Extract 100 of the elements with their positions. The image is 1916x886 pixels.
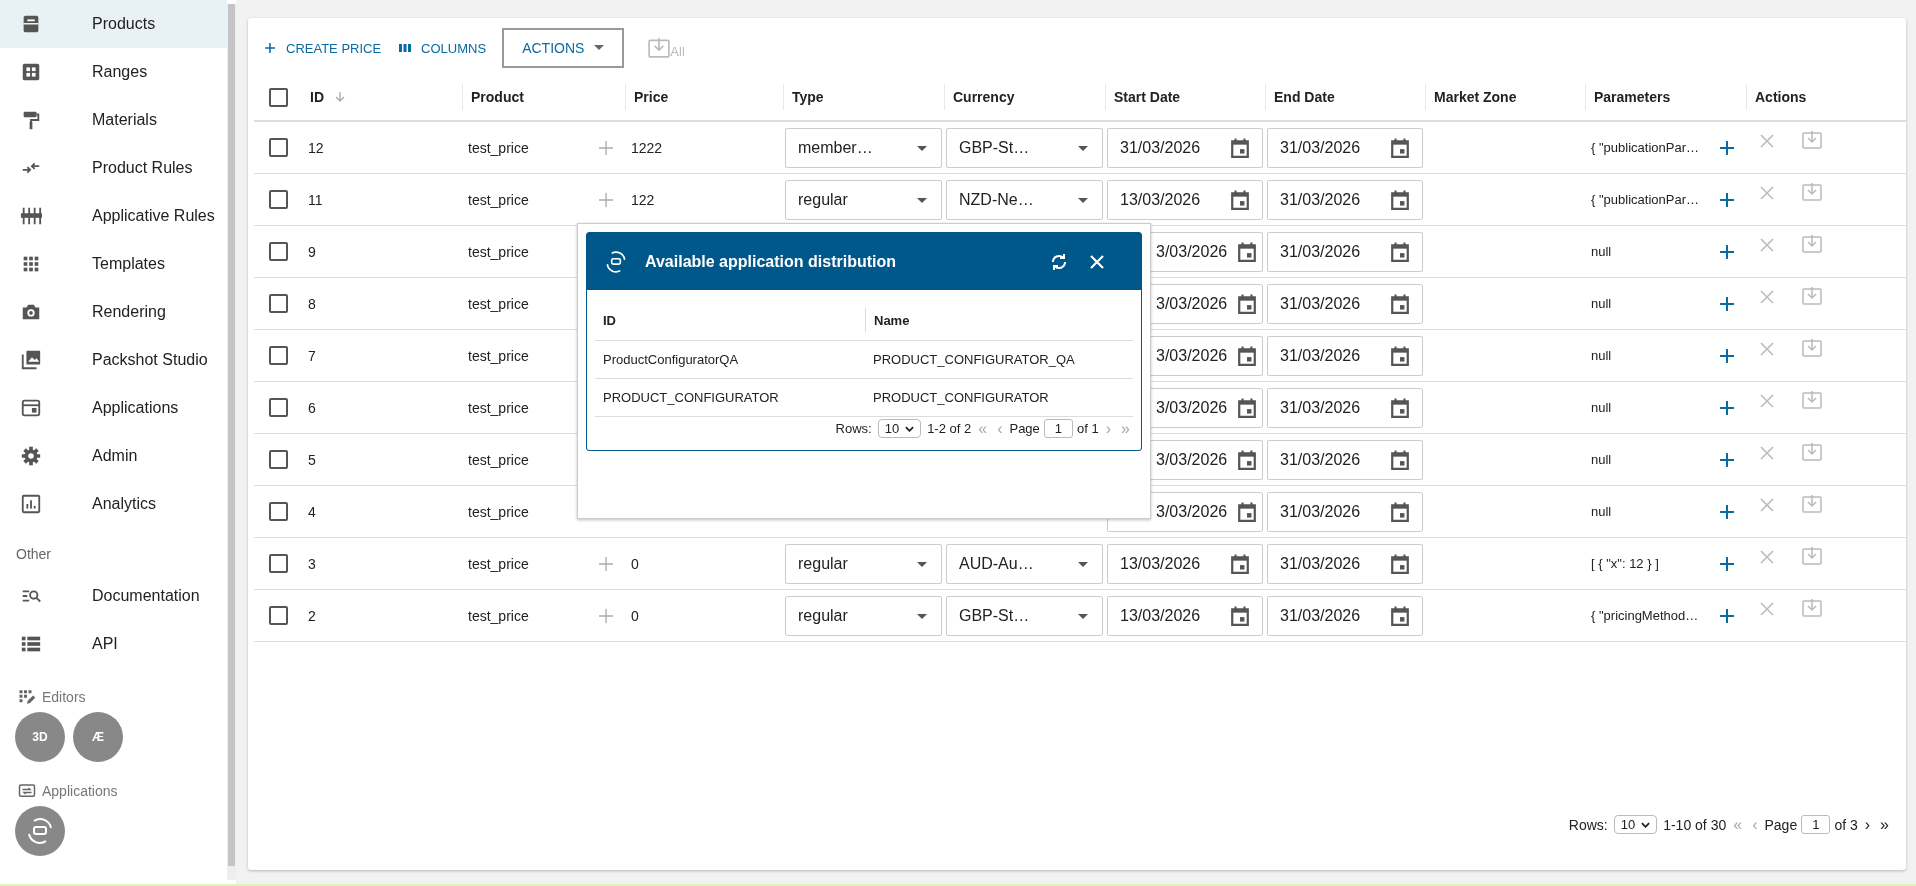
column-header[interactable]: ID xyxy=(603,312,616,328)
column-header[interactable]: Actions xyxy=(1755,89,1807,105)
plus-icon[interactable] xyxy=(1720,296,1734,311)
column-header[interactable]: Product xyxy=(471,89,524,105)
download-icon[interactable] xyxy=(1802,182,1822,202)
type-select[interactable]: member… xyxy=(785,127,942,168)
nav-item[interactable]: Documentation xyxy=(0,572,227,620)
column-header[interactable]: Type xyxy=(792,89,824,105)
date-field[interactable]: 13/03/2026 xyxy=(1107,179,1263,220)
column-header[interactable]: End Date xyxy=(1274,89,1335,105)
nav-item[interactable]: Product Rules xyxy=(0,144,227,192)
nav-item[interactable]: Applications xyxy=(0,384,227,432)
download-icon[interactable] xyxy=(1802,130,1822,150)
date-field[interactable]: 31/03/2026 xyxy=(1267,543,1423,584)
column-header[interactable]: ID xyxy=(310,89,324,105)
sort-arrow-icon[interactable] xyxy=(334,91,346,103)
column-header[interactable]: Parameters xyxy=(1594,89,1671,105)
checkbox[interactable] xyxy=(268,450,288,469)
date-field[interactable]: 31/03/2026 xyxy=(1267,231,1423,272)
currency-select[interactable]: NZD-Ne… xyxy=(946,179,1103,220)
calendar-icon xyxy=(1230,553,1250,574)
plus-icon[interactable] xyxy=(1720,348,1734,363)
rows-select[interactable]: 10 xyxy=(1613,815,1658,834)
download-icon[interactable] xyxy=(1802,390,1822,410)
page-field[interactable]: 1 xyxy=(1801,815,1831,834)
column-header[interactable]: Start Date xyxy=(1114,89,1181,105)
plus-icon[interactable] xyxy=(1720,140,1734,155)
date-field[interactable]: 31/03/2026 xyxy=(1267,283,1423,324)
checkbox[interactable] xyxy=(268,554,288,573)
nav-item[interactable]: Applicative Rules xyxy=(0,192,227,240)
app-button[interactable] xyxy=(15,806,65,856)
calendar-icon xyxy=(1390,345,1410,366)
checkbox[interactable] xyxy=(268,502,288,521)
date-field[interactable]: 31/03/2026 xyxy=(1107,127,1263,168)
plus-icon[interactable] xyxy=(1720,608,1734,623)
nav-item[interactable]: Templates xyxy=(0,240,227,288)
type-select[interactable]: regular xyxy=(785,543,942,584)
plus-icon xyxy=(264,42,276,54)
checkbox[interactable] xyxy=(268,346,288,365)
plus-icon[interactable] xyxy=(1720,244,1734,259)
type-select[interactable]: regular xyxy=(785,179,942,220)
editor-button[interactable]: 3D xyxy=(15,712,65,762)
nav-item[interactable]: Rendering xyxy=(0,288,227,336)
date-field[interactable]: 13/03/2026 xyxy=(1107,543,1263,584)
calendar-icon xyxy=(1390,137,1410,158)
plus-icon[interactable] xyxy=(1720,452,1734,467)
nav-item[interactable]: Products xyxy=(0,0,227,48)
date-field[interactable]: 31/03/2026 xyxy=(1267,439,1423,480)
checkbox[interactable] xyxy=(268,87,288,107)
date-field[interactable]: 13/03/2026 xyxy=(1107,595,1263,636)
scrollbar[interactable] xyxy=(227,4,236,880)
rows-select[interactable]: 10 xyxy=(877,419,922,438)
download-icon[interactable] xyxy=(1802,494,1822,514)
last-page-button[interactable]: » xyxy=(1877,815,1892,834)
download-icon[interactable] xyxy=(1802,598,1822,618)
table-cell: { "publicationPar… xyxy=(1591,140,1699,155)
currency-select[interactable]: GBP-St… xyxy=(946,595,1103,636)
columns-button[interactable]: COLUMNS xyxy=(397,36,489,60)
download-icon[interactable] xyxy=(1802,286,1822,306)
checkbox[interactable] xyxy=(268,294,288,313)
column-header[interactable]: Market Zone xyxy=(1434,89,1517,105)
actions-button[interactable]: ACTIONS xyxy=(502,28,625,68)
plus-icon[interactable] xyxy=(1720,400,1734,415)
currency-select[interactable]: GBP-St… xyxy=(946,127,1103,168)
date-field[interactable]: 31/03/2026 xyxy=(1267,179,1423,220)
date-field[interactable]: 31/03/2026 xyxy=(1267,387,1423,428)
download-icon[interactable] xyxy=(1802,338,1822,358)
nav-item[interactable]: Packshot Studio xyxy=(0,336,227,384)
checkbox[interactable] xyxy=(268,606,288,625)
nav-item[interactable]: Analytics xyxy=(0,480,227,528)
column-header[interactable]: Currency xyxy=(953,89,1015,105)
refresh-icon[interactable] xyxy=(1049,251,1069,272)
plus-icon[interactable] xyxy=(1720,504,1734,519)
date-field[interactable]: 31/03/2026 xyxy=(1267,491,1423,532)
nav-item[interactable]: Admin xyxy=(0,432,227,480)
caret-icon xyxy=(1078,145,1088,152)
editor-button[interactable]: Æ xyxy=(73,712,123,762)
nav-item[interactable]: API xyxy=(0,620,227,668)
checkbox[interactable] xyxy=(268,190,288,209)
calendar-icon xyxy=(1237,241,1258,262)
nav-item[interactable]: Materials xyxy=(0,96,227,144)
type-select[interactable]: regular xyxy=(785,595,942,636)
column-header[interactable]: Name xyxy=(874,312,910,328)
nav-item[interactable]: Ranges xyxy=(0,48,227,96)
currency-select[interactable]: AUD-Au… xyxy=(946,543,1103,584)
checkbox[interactable] xyxy=(268,138,288,157)
create-price-button[interactable]: CREATE PRICE xyxy=(262,36,384,60)
download-icon[interactable] xyxy=(1802,234,1822,254)
date-field[interactable]: 31/03/2026 xyxy=(1267,595,1423,636)
plus-icon[interactable] xyxy=(1720,556,1734,571)
checkbox[interactable] xyxy=(268,242,288,261)
date-field[interactable]: 31/03/2026 xyxy=(1267,127,1423,168)
download-icon[interactable] xyxy=(1802,546,1822,566)
download-icon[interactable] xyxy=(1802,442,1822,462)
page-field[interactable]: 1 xyxy=(1043,419,1074,438)
plus-icon[interactable] xyxy=(1720,192,1734,207)
column-header[interactable]: Price xyxy=(634,89,669,105)
next-page-button[interactable]: › xyxy=(1861,815,1874,834)
date-field[interactable]: 31/03/2026 xyxy=(1267,335,1423,376)
checkbox[interactable] xyxy=(268,398,288,417)
